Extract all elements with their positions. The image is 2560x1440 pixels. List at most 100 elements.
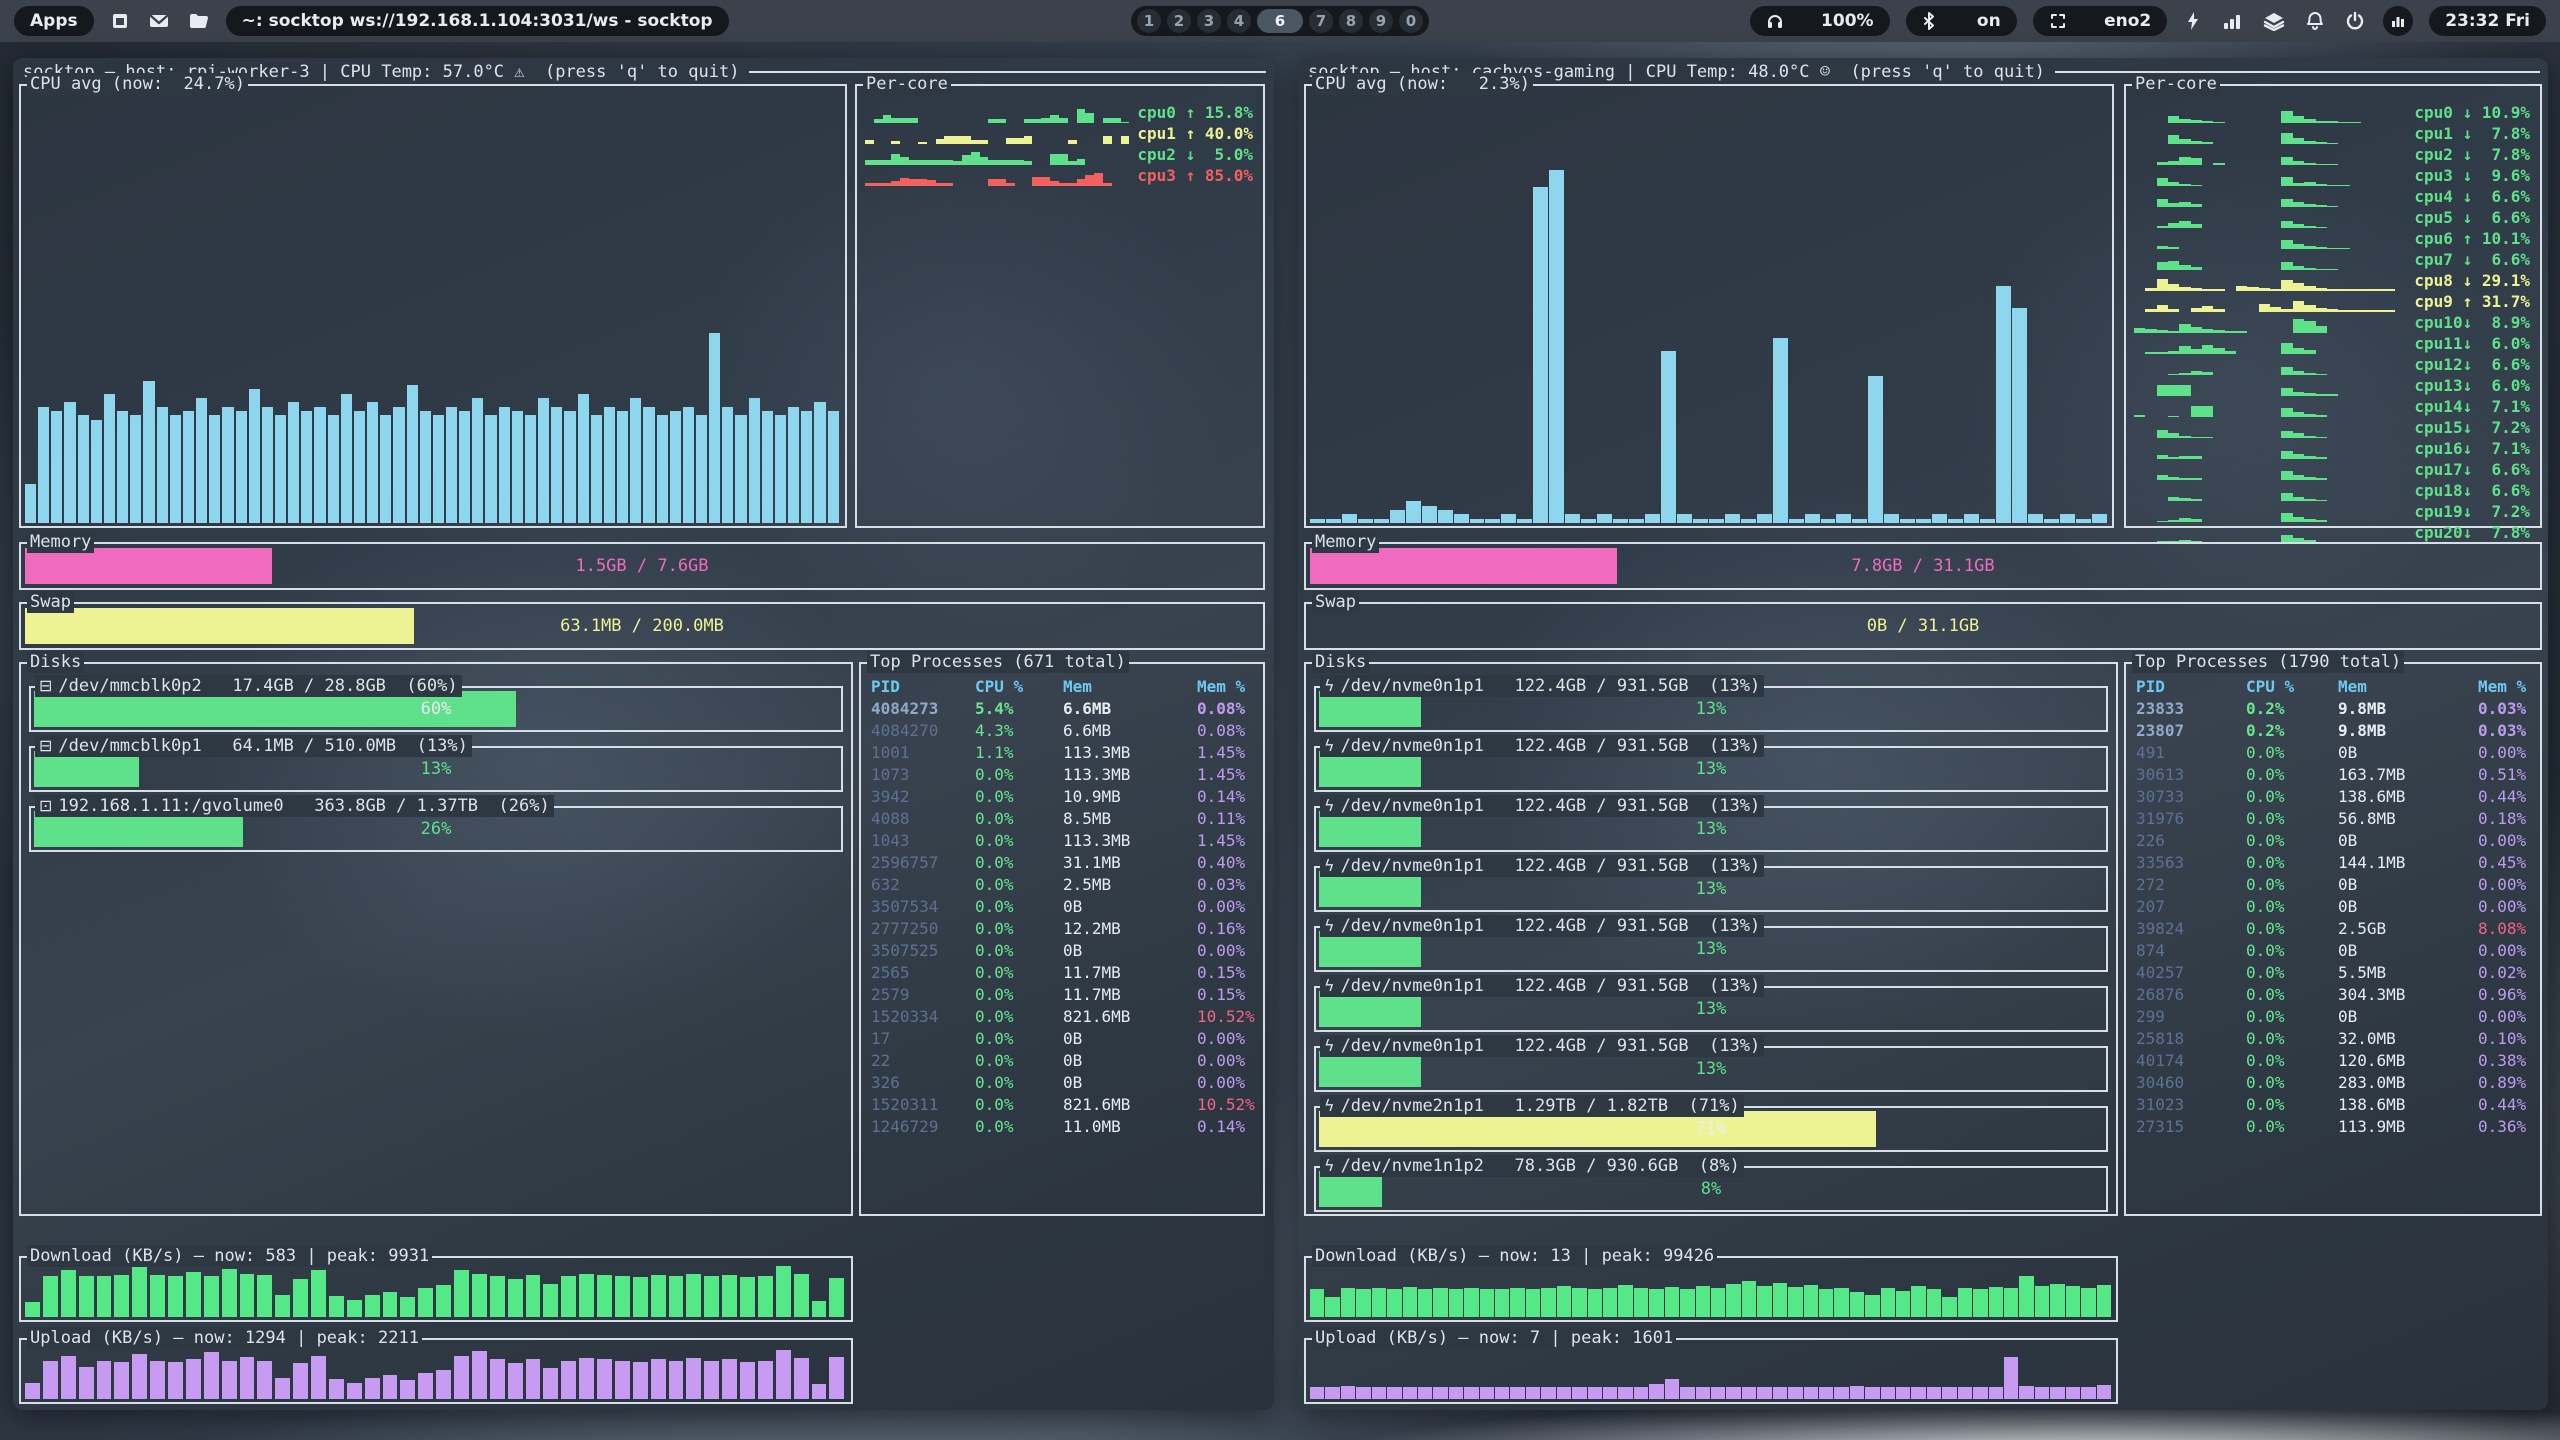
chart-bar: [2179, 157, 2190, 165]
chart-bar: [2338, 185, 2349, 186]
terminal-window-right[interactable]: socktop — host: cachyos-gaming | CPU Tem…: [1298, 58, 2548, 1410]
process-cell: 0.40%: [1197, 852, 1257, 874]
chart-bar: [988, 119, 997, 123]
chart-bar: [1958, 1387, 1972, 1399]
workspace-button-7[interactable]: 7: [1309, 9, 1333, 33]
chart-bar: [1050, 181, 1059, 186]
chart-bar: [1989, 1387, 2003, 1399]
clock[interactable]: 23:32 Fri: [2429, 6, 2546, 36]
chart-bar: [936, 160, 945, 165]
chart-bar: [1964, 514, 1979, 523]
chart-bar: [1980, 519, 1995, 523]
folder-icon[interactable]: [186, 11, 212, 31]
download-chart: [1310, 1264, 2112, 1317]
bell-icon[interactable]: [2303, 11, 2327, 31]
core-label: cpu12↓ 6.6%: [2414, 355, 2530, 375]
gauge-text: 7.8GB / 31.1GB: [1310, 548, 2536, 584]
power-icon[interactable]: [2343, 11, 2367, 31]
chart-bar: [2028, 514, 2043, 523]
chart-bar: [2179, 498, 2190, 501]
layers-icon[interactable]: [2261, 11, 2287, 31]
chart-bar: [953, 161, 962, 165]
process-cell: 113.3MB: [1063, 742, 1197, 764]
chart-bar: [275, 415, 286, 523]
disk-info: /dev/nvme0n1p1 122.4GB / 931.5GB (13%): [1341, 675, 1761, 697]
process-cell: 3507525: [871, 940, 975, 962]
chart-bar: [2304, 246, 2315, 249]
process-cell: 8.5MB: [1063, 808, 1197, 830]
chart-bar: [2035, 1387, 2049, 1399]
disks-panel: Disks ϟ/dev/nvme0n1p1 122.4GB / 931.5GB …: [1304, 662, 2118, 1216]
disk-info: 192.168.1.11:/gvolume0 363.8GB / 1.37TB …: [58, 795, 549, 817]
top-bar: Apps ~: socktop ws://192.168.1.104:3031/…: [0, 0, 2560, 42]
process-cell: 12.2MB: [1063, 918, 1197, 940]
chart-bar: [311, 1270, 326, 1317]
signal-bars-icon[interactable]: [2219, 11, 2245, 31]
core-row: cpu2 ↓ 7.8%: [2134, 144, 2530, 165]
core-label: cpu0 ↓ 10.9%: [2414, 103, 2530, 123]
chart-bar: [1773, 1283, 1787, 1317]
workspace-button-9[interactable]: 9: [1369, 9, 1393, 33]
column-header: Mem %: [1197, 676, 1257, 698]
chart-bar: [132, 1267, 147, 1317]
chart-bar: [2236, 331, 2247, 333]
chart-bar: [633, 1277, 648, 1317]
window-title[interactable]: ~: socktop ws://192.168.1.104:3031/ws - …: [226, 6, 729, 36]
chart-bar: [2191, 308, 2202, 312]
workspace-button-0[interactable]: 0: [1399, 9, 1423, 33]
chart-bar: [1942, 1297, 1956, 1317]
chart-bar: [97, 1276, 112, 1317]
chart-bar: [2304, 268, 2315, 270]
workspace-button-6[interactable]: 6: [1257, 9, 1303, 33]
process-cell: 226: [2136, 830, 2246, 852]
process-cell: 0.44%: [2478, 786, 2534, 808]
workspace-button-4[interactable]: 4: [1227, 9, 1251, 33]
chart-bar: [2281, 471, 2292, 480]
chart-bar: [1725, 514, 1740, 523]
process-cell: 0.0%: [975, 830, 1063, 852]
chart-bar: [2304, 182, 2315, 186]
chart-bar: [2191, 158, 2202, 165]
column-header: PID: [2136, 676, 2246, 698]
workspace-button-2[interactable]: 2: [1167, 9, 1191, 33]
chart-bar: [2168, 520, 2179, 522]
activity-monitor-icon[interactable]: [2383, 6, 2413, 36]
process-cell: 23833: [2136, 698, 2246, 720]
disk-list: ⊟/dev/mmcblk0p2 17.4GB / 28.8GB (60%)60%…: [21, 686, 851, 852]
process-cell: 0.0%: [2246, 1050, 2338, 1072]
process-cell: 0.08%: [1197, 698, 1257, 720]
power-profile-icon[interactable]: [2183, 11, 2203, 31]
chart-bar: [1948, 519, 1963, 523]
process-cell: 1.45%: [1197, 742, 1257, 764]
core-row: cpu18↓ 6.6%: [2134, 480, 2530, 501]
chart-bar: [257, 1275, 272, 1317]
workspace-button-1[interactable]: 1: [1137, 9, 1161, 33]
volume-indicator[interactable]: 100%: [1750, 6, 1890, 36]
process-cell: 491: [2136, 742, 2246, 764]
process-cell: 821.6MB: [1063, 1094, 1197, 1116]
chart-bar: [454, 1356, 469, 1399]
chart-bar: [1406, 501, 1421, 523]
core-label: cpu0 ↑ 15.8%: [1137, 103, 1253, 123]
chart-bar: [2050, 1387, 2064, 1399]
disk-item: ϟ/dev/nvme0n1p1 122.4GB / 931.5GB (13%)1…: [1314, 926, 2108, 972]
bluetooth-indicator[interactable]: on: [1906, 6, 2017, 36]
chart-bar: [1773, 338, 1788, 523]
chart-bar: [418, 1288, 433, 1317]
chart-bar: [1495, 1387, 1509, 1399]
network-indicator[interactable]: eno2: [2033, 6, 2168, 36]
terminal-window-left[interactable]: socktop — host: rpi-worker-3 | CPU Temp:…: [13, 58, 1274, 1410]
chart-bar: [2134, 415, 2145, 417]
chart-bar: [1693, 519, 1708, 523]
chart-bar: [329, 1296, 344, 1317]
workspace-button-8[interactable]: 8: [1339, 9, 1363, 33]
apps-button[interactable]: Apps: [14, 6, 94, 36]
core-sparkline: [2134, 316, 2406, 333]
chart-bar: [2179, 119, 2190, 123]
chart-bar: [168, 1362, 183, 1399]
process-cell: 4088: [871, 808, 975, 830]
workspace-button-3[interactable]: 3: [1197, 9, 1221, 33]
mail-icon[interactable]: [146, 11, 172, 31]
window-icon[interactable]: [108, 11, 132, 31]
chart-bar: [2004, 1288, 2018, 1317]
